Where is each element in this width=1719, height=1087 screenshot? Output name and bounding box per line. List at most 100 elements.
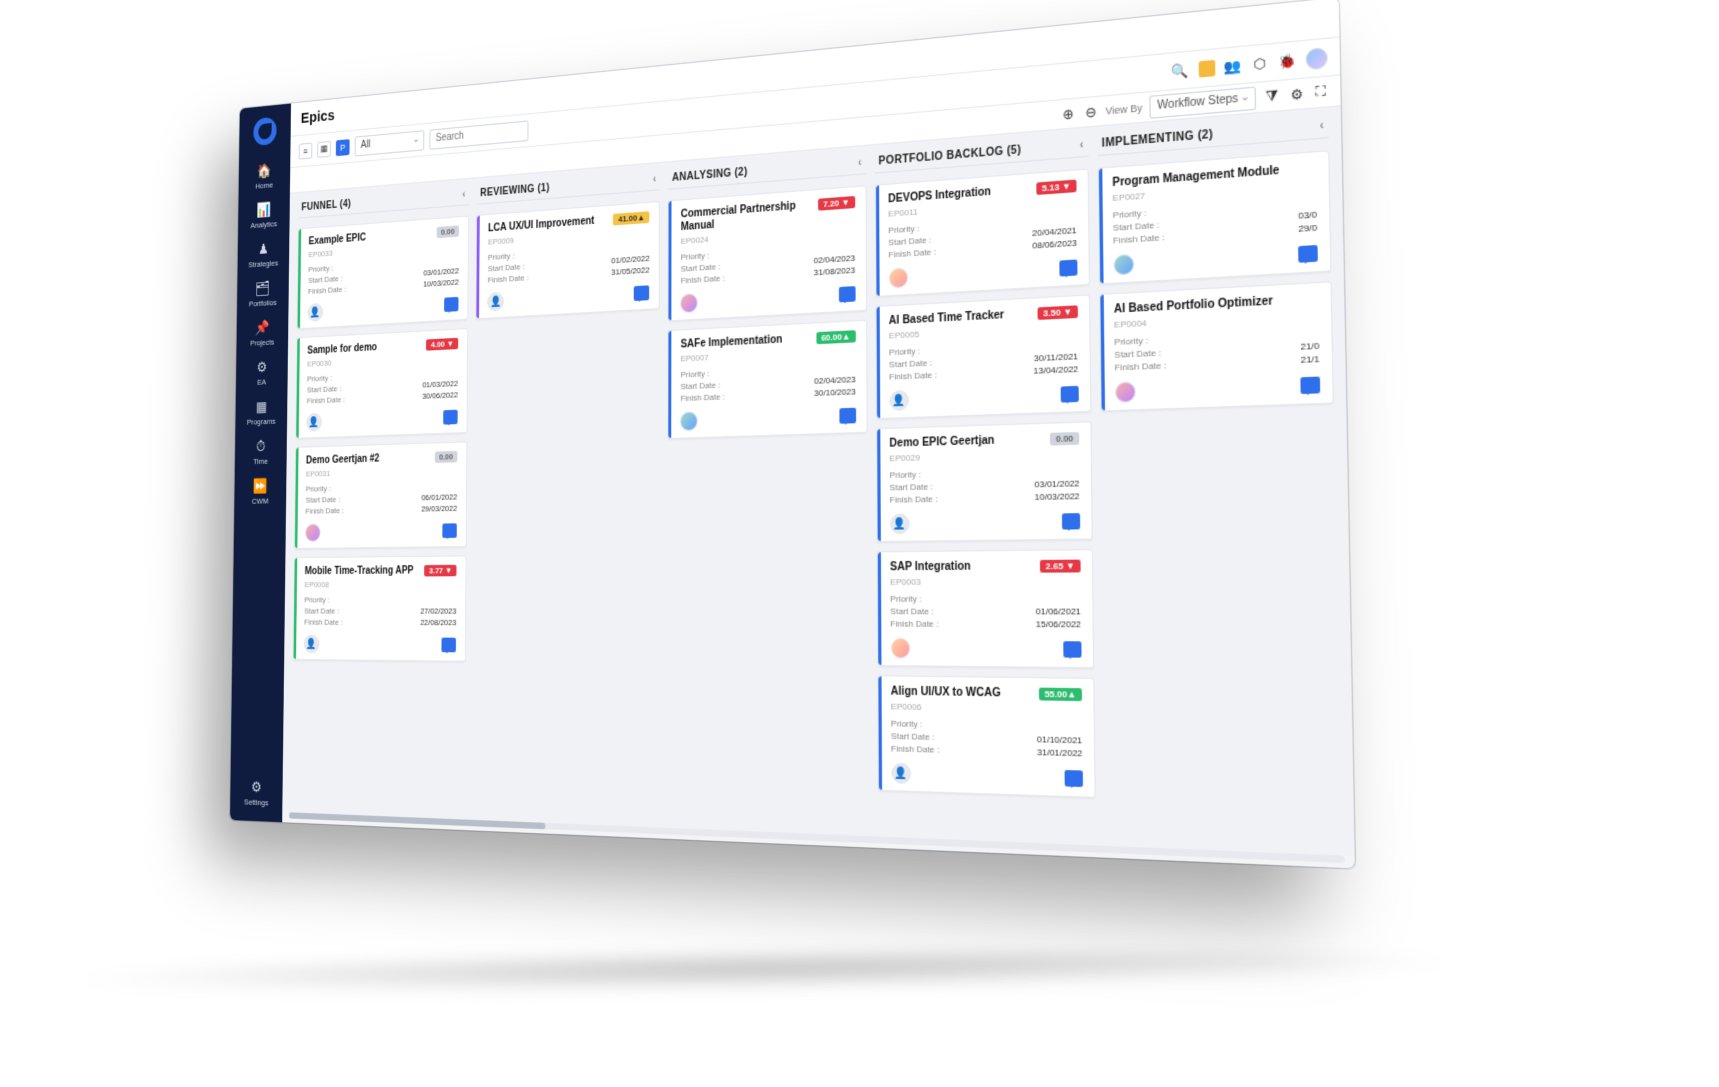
sidebar-item-ea[interactable]: ⚙EA: [244, 352, 278, 393]
epic-card[interactable]: AI Based Portfolio OptimizerEP0004Priori…: [1098, 281, 1333, 411]
assignee-avatar-icon[interactable]: 👤: [891, 763, 910, 784]
start-value: 01/03/2022: [387, 379, 457, 391]
view-list-icon[interactable]: ≡: [298, 142, 312, 159]
app-logo-icon[interactable]: [253, 117, 276, 146]
collapse-icon[interactable]: ‹: [462, 189, 465, 200]
assignee-avatar-icon[interactable]: [890, 638, 909, 659]
card-title: SAP Integration: [890, 561, 971, 575]
collapse-icon[interactable]: ‹: [858, 157, 862, 169]
sidebar-item-cwm[interactable]: ⏩CWM: [243, 471, 277, 512]
sidebar-item-settings[interactable]: ⚙ Settings: [230, 772, 283, 814]
assignee-avatar-icon[interactable]: 👤: [889, 390, 908, 411]
start-label: Start Date :: [306, 382, 378, 394]
assignee-avatar-icon[interactable]: 👤: [487, 292, 503, 312]
note-badge-icon[interactable]: [1198, 59, 1215, 77]
status-stripe: [1098, 168, 1103, 283]
nav-icon: ⚙: [246, 358, 276, 376]
finish-value: 13/04/2022: [990, 364, 1078, 378]
filter-icon[interactable]: ⧩: [1262, 87, 1280, 106]
nav-icon: 📊: [248, 200, 278, 219]
finish-value: 29/0: [1236, 222, 1317, 238]
priority-label: Priority :: [680, 366, 763, 379]
sidebar-label: Programs: [246, 417, 275, 427]
status-stripe: [296, 338, 300, 438]
card-title: Demo Geertjan #2: [305, 453, 378, 467]
comment-icon[interactable]: [444, 297, 458, 312]
zoom-in-icon[interactable]: ⊕: [1060, 105, 1076, 122]
fullscreen-icon[interactable]: ⛶: [1312, 83, 1327, 102]
epic-card[interactable]: Demo Geertjan #2EP00310.00Priority :Star…: [293, 441, 467, 549]
assignee-avatar-icon[interactable]: 👤: [307, 303, 322, 322]
assignee-avatar-icon[interactable]: [680, 411, 698, 431]
comment-icon[interactable]: [838, 286, 855, 302]
assignee-avatar-icon[interactable]: [680, 293, 698, 313]
sidebar-item-projects[interactable]: 📌Projects: [245, 313, 279, 354]
viewby-label: View By: [1105, 102, 1142, 117]
comment-icon[interactable]: [443, 410, 457, 425]
comment-icon[interactable]: [1300, 377, 1320, 395]
zoom-out-icon[interactable]: ⊖: [1082, 103, 1098, 120]
epic-card[interactable]: DEVOPS IntegrationEP00115.13 ▼Priority :…: [874, 168, 1089, 297]
comment-icon[interactable]: [838, 408, 855, 424]
epic-card[interactable]: Commercial Partnership ManualEP00247.20 …: [667, 185, 866, 321]
sidebar-item-time[interactable]: ⏱Time: [243, 432, 277, 473]
sidebar-item-strategies[interactable]: ♟Strategies: [246, 234, 280, 276]
sidebar-label: Projects: [250, 338, 274, 348]
comment-icon[interactable]: [1062, 641, 1080, 657]
view-grid-icon[interactable]: ▦: [317, 140, 331, 157]
settings-icon[interactable]: ⚙: [1287, 85, 1305, 103]
finish-label: Finish Date :: [305, 505, 378, 516]
comment-icon[interactable]: [1061, 513, 1079, 530]
assignee-avatar-icon[interactable]: 👤: [303, 635, 319, 653]
column-title: PORTFOLIO BACKLOG (5): [878, 144, 1021, 168]
comment-icon[interactable]: [1060, 386, 1078, 403]
view-board-icon[interactable]: P: [335, 139, 349, 156]
collapse-icon[interactable]: ‹: [652, 174, 656, 186]
score-badge: 5.13 ▼: [1036, 180, 1076, 195]
sidebar-label: CWM: [251, 496, 268, 505]
epic-card[interactable]: SAP IntegrationEP00032.65 ▼Priority :Sta…: [876, 549, 1094, 668]
epic-card[interactable]: Sample for demoEP00304.00 ▼Priority :Sta…: [295, 328, 468, 439]
sidebar-item-analytics[interactable]: 📊Analytics: [247, 194, 281, 236]
assignee-avatar-icon[interactable]: [888, 267, 907, 288]
finish-value: 10/03/2022: [991, 491, 1079, 503]
comment-icon[interactable]: [1059, 259, 1077, 276]
user-avatar-icon[interactable]: [1305, 46, 1327, 69]
card-title: Demo EPIC Geertjan: [889, 435, 994, 452]
epic-card[interactable]: Demo EPIC GeertjanEP00290.00Priority :St…: [875, 421, 1092, 542]
finish-value: 31/01/2022: [993, 746, 1082, 759]
sidebar-item-home[interactable]: 🏠Home: [247, 155, 281, 197]
epic-card[interactable]: Align UI/UX to WCAGEP000655.00▲Priority …: [876, 675, 1095, 798]
epic-card[interactable]: AI Based Time TrackerEP00053.50 ▼Priorit…: [875, 294, 1091, 419]
epic-card[interactable]: Program Management ModuleEP0027Priority …: [1097, 150, 1331, 285]
comment-icon[interactable]: [441, 638, 456, 653]
comment-icon[interactable]: [1298, 245, 1318, 263]
sidebar-item-portfolios[interactable]: 🗂Portfolios: [246, 273, 280, 314]
epic-card[interactable]: SAFe ImplementationEP000760.00▲Priority …: [667, 320, 867, 439]
assignee-avatar-icon[interactable]: [1114, 381, 1135, 403]
collapse-icon[interactable]: ‹: [1079, 139, 1083, 152]
viewby-select[interactable]: Workflow Steps: [1149, 86, 1256, 118]
collapse-icon[interactable]: ‹: [1319, 120, 1324, 133]
comment-icon[interactable]: [442, 523, 457, 538]
filter-select[interactable]: All: [354, 130, 424, 156]
assignee-avatar-icon[interactable]: 👤: [306, 413, 322, 432]
users-icon[interactable]: 👥: [1221, 57, 1244, 75]
search-input[interactable]: [429, 120, 528, 149]
comment-icon[interactable]: [1064, 770, 1082, 787]
bug-icon[interactable]: 🐞: [1275, 52, 1298, 71]
hierarchy-icon[interactable]: ⬡: [1251, 54, 1269, 72]
sidebar-item-programs[interactable]: ▦Programs: [244, 392, 278, 433]
comment-icon[interactable]: [634, 285, 649, 301]
assignee-avatar-icon[interactable]: [1113, 254, 1134, 276]
finish-label: Finish Date :: [890, 743, 981, 756]
assignee-avatar-icon[interactable]: 👤: [889, 514, 908, 535]
finish-label: Finish Date :: [889, 368, 979, 382]
search-icon[interactable]: 🔍: [1169, 61, 1191, 79]
start-label: Start Date :: [890, 731, 981, 743]
epic-card[interactable]: LCA UX/UI ImprovementEP000941.00▲Priorit…: [475, 201, 660, 319]
epic-card[interactable]: Mobile Time-Tracking APPEP00083.77 ▼Prio…: [292, 555, 466, 661]
epic-card[interactable]: Example EPICEP00330.00Priority :Start Da…: [296, 215, 468, 329]
assignee-avatar-icon[interactable]: [305, 524, 321, 542]
start-value: 21/0: [1238, 341, 1319, 355]
